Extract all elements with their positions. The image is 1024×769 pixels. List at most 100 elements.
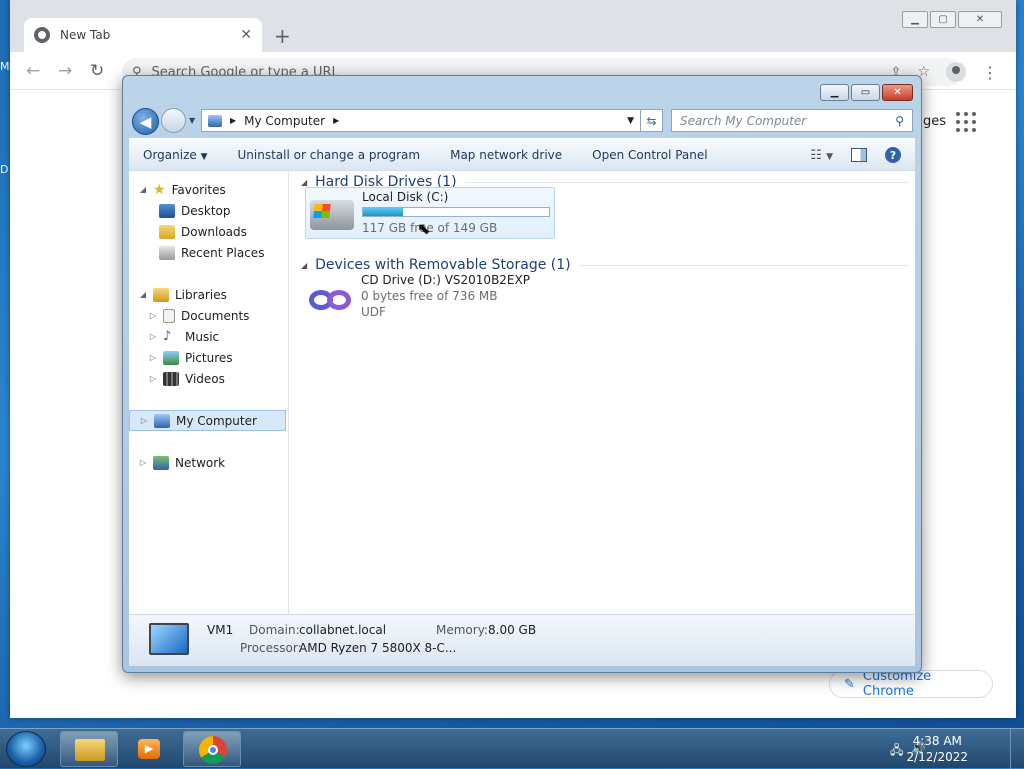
collapse-arrow-icon[interactable]: ◢ <box>301 178 307 187</box>
show-desktop-button[interactable] <box>1010 729 1024 769</box>
media-player-icon: ▶ <box>138 739 160 759</box>
taskbar: ▶ 🖧 🔊 4:38 AM 2/12/2022 <box>0 728 1024 769</box>
collapse-arrow-icon[interactable]: ◢ <box>301 261 307 270</box>
view-options-icon[interactable]: ☷ ▼ <box>810 148 833 163</box>
nav-videos[interactable]: ▷ Videos <box>129 368 288 389</box>
customize-chrome-button[interactable]: ✎ Customize Chrome <box>829 669 993 699</box>
nav-favorites[interactable]: ◢ ★ Favorites <box>129 179 288 200</box>
breadcrumb-separator-icon[interactable]: ▶ <box>333 116 339 125</box>
minimize-button[interactable]: ▁ <box>820 84 849 101</box>
nav-label: Recent Places <box>181 245 265 260</box>
expand-arrow-icon[interactable]: ▷ <box>149 311 157 320</box>
breadcrumb-my-computer[interactable]: My Computer <box>244 114 325 128</box>
expand-arrow-icon[interactable]: ▷ <box>140 416 148 425</box>
back-arrow-icon: ◀ <box>139 112 152 131</box>
nav-recent-places[interactable]: Recent Places <box>129 242 288 263</box>
nav-my-computer[interactable]: ▷ My Computer <box>129 410 286 431</box>
address-dropdown-icon[interactable]: ▼ <box>627 116 634 126</box>
profile-avatar[interactable] <box>946 62 966 82</box>
back-arrow-icon[interactable]: ← <box>26 61 40 81</box>
group-divider <box>578 264 909 266</box>
explorer-window-controls: ▁ ▭ ✕ <box>820 84 913 101</box>
address-bar[interactable]: ▶ My Computer ▶ ▼ <box>201 109 641 132</box>
start-button[interactable] <box>6 731 46 767</box>
nav-label: Favorites <box>171 182 226 197</box>
back-button[interactable]: ◀ <box>132 108 159 135</box>
expand-arrow-icon[interactable]: ▷ <box>149 353 157 362</box>
reload-icon[interactable]: ↻ <box>90 61 104 81</box>
menu-kebab-icon[interactable]: ⋮ <box>982 63 998 82</box>
nav-label: Videos <box>185 371 225 386</box>
search-input[interactable]: Search My Computer ⚲ <box>671 109 913 132</box>
nav-documents[interactable]: ▷ Documents <box>129 305 288 326</box>
group-divider <box>464 181 909 183</box>
processor-value: AMD Ryzen 7 5800X 8-C... <box>299 641 457 655</box>
desktop-icon <box>159 203 175 218</box>
preview-pane-icon[interactable] <box>851 148 867 162</box>
organize-label: Organize <box>143 147 197 162</box>
forward-button[interactable] <box>161 108 186 133</box>
taskbar-chrome-button[interactable] <box>183 731 241 767</box>
star-icon: ★ <box>153 181 166 198</box>
film-icon <box>163 371 179 386</box>
taskbar-media-player-button[interactable]: ▶ <box>122 731 180 767</box>
expand-arrow-icon[interactable]: ▷ <box>139 458 147 467</box>
nav-downloads[interactable]: Downloads <box>129 221 288 242</box>
expand-arrow-icon[interactable]: ▷ <box>149 374 157 383</box>
uninstall-program-button[interactable]: Uninstall or change a program <box>238 148 421 162</box>
nav-label: My Computer <box>176 413 257 428</box>
nav-label: Desktop <box>181 203 231 218</box>
open-control-panel-button[interactable]: Open Control Panel <box>592 148 707 162</box>
clock[interactable]: 4:38 AM 2/12/2022 <box>906 733 968 765</box>
minimize-button[interactable]: ▁ <box>902 11 928 28</box>
nav-music[interactable]: ▷ ♪ Music <box>129 326 288 347</box>
close-window-button[interactable]: ✕ <box>958 11 1002 28</box>
content-pane: ◢ Hard Disk Drives (1) Local Disk (C:) 1… <box>289 171 915 615</box>
network-tray-icon[interactable]: 🖧 <box>890 741 903 762</box>
nav-libraries[interactable]: ◢ Libraries <box>129 284 288 305</box>
pictures-icon <box>163 350 179 365</box>
forward-arrow-icon[interactable]: → <box>58 61 72 81</box>
maximize-button[interactable]: ▭ <box>851 84 880 101</box>
search-icon: ⚲ <box>895 113 904 128</box>
apps-grid-icon[interactable] <box>956 112 976 132</box>
drive-free-space: 0 bytes free of 736 MB <box>361 289 498 303</box>
memory-label: Memory: <box>436 623 488 637</box>
hard-disk-icon <box>310 200 354 230</box>
recent-places-icon <box>159 245 175 260</box>
recent-pages-dropdown[interactable]: ▼ <box>189 116 195 125</box>
explorer-body: ◢ ★ Favorites Desktop Downloads Recent P… <box>129 170 915 615</box>
visual-studio-icon <box>309 285 355 315</box>
help-icon[interactable]: ? <box>885 147 901 163</box>
navigation-pane: ◢ ★ Favorites Desktop Downloads Recent P… <box>129 171 289 615</box>
computer-name: VM1 <box>207 623 234 637</box>
expand-arrow-icon[interactable]: ▷ <box>149 332 157 341</box>
breadcrumb-separator-icon[interactable]: ▶ <box>230 116 236 125</box>
libraries-icon <box>153 287 169 302</box>
new-tab-button[interactable]: + <box>274 24 291 48</box>
music-note-icon: ♪ <box>163 329 172 344</box>
taskbar-explorer-button[interactable] <box>60 731 118 767</box>
map-network-drive-button[interactable]: Map network drive <box>450 148 562 162</box>
organize-menu[interactable]: Organize ▼ <box>143 148 208 162</box>
group-title: Devices with Removable Storage (1) <box>315 257 571 273</box>
close-tab-icon[interactable]: ✕ <box>240 27 252 43</box>
nav-network[interactable]: ▷ Network <box>129 452 288 473</box>
computer-icon <box>149 623 189 655</box>
refresh-icon: ⇆ <box>646 113 657 128</box>
drive-name: CD Drive (D:) VS2010B2EXP <box>361 273 530 287</box>
collapse-arrow-icon[interactable]: ◢ <box>139 290 147 299</box>
maximize-button[interactable]: ▢ <box>930 11 956 28</box>
refresh-button[interactable]: ⇆ <box>641 109 663 132</box>
drive-tile-cd[interactable]: CD Drive (D:) VS2010B2EXP 0 bytes free o… <box>305 273 545 325</box>
documents-icon <box>163 308 175 323</box>
nav-label: Network <box>175 455 226 470</box>
nav-desktop[interactable]: Desktop <box>129 200 288 221</box>
domain-value: collabnet.local <box>299 623 387 637</box>
nav-pictures[interactable]: ▷ Pictures <box>129 347 288 368</box>
close-window-button[interactable]: ✕ <box>882 84 913 101</box>
collapse-arrow-icon[interactable]: ◢ <box>139 185 147 194</box>
images-link[interactable]: ges <box>923 114 946 129</box>
clock-time: 4:38 AM <box>912 734 962 748</box>
tab-new-tab[interactable]: New Tab ✕ <box>24 18 262 52</box>
